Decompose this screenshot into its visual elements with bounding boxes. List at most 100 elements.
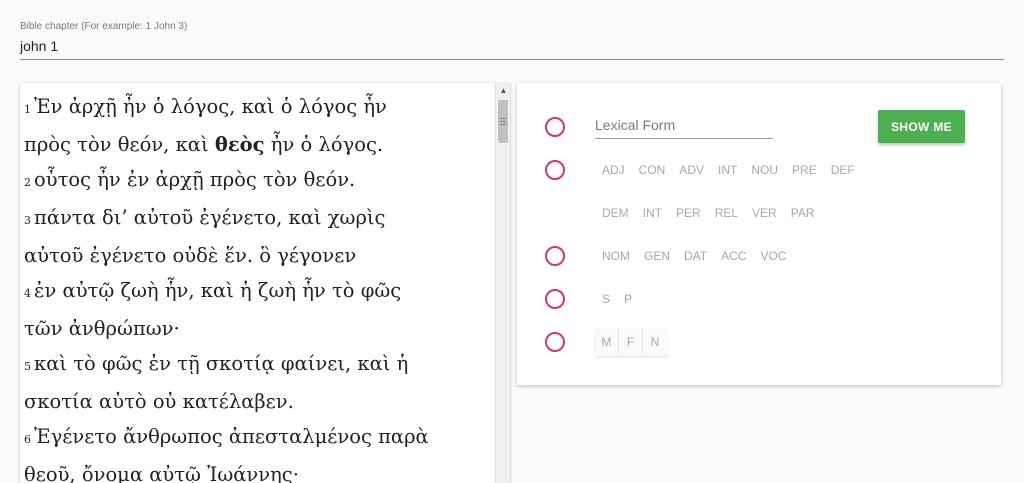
greek-word[interactable]: τῶν	[24, 317, 63, 340]
radio-lexical[interactable]	[545, 117, 565, 137]
greek-word[interactable]: αὐτῷ	[63, 279, 115, 302]
greek-word[interactable]: τῇ	[177, 352, 199, 375]
radio-case[interactable]	[545, 246, 565, 266]
greek-word[interactable]: ἐν	[34, 279, 56, 302]
greek-word[interactable]: θεοῦ,	[24, 463, 76, 483]
greek-word[interactable]: σκοτίᾳ	[206, 352, 275, 375]
greek-word[interactable]: ὁ	[281, 95, 293, 118]
greek-word[interactable]: αὐτοῦ	[134, 206, 193, 229]
pos-per-tag[interactable]: PER	[669, 203, 708, 223]
greek-word[interactable]: αὐτὸ	[99, 390, 147, 413]
radio-number[interactable]	[545, 289, 565, 309]
pos-ver-tag[interactable]: VER	[745, 203, 784, 223]
pos-adv-tag[interactable]: ADV	[672, 160, 711, 180]
greek-word[interactable]: καὶ	[357, 352, 390, 375]
greek-word[interactable]: ἦν	[363, 95, 387, 118]
pos-rel-tag[interactable]: REL	[708, 203, 745, 223]
pos-dem-tag[interactable]: DEM	[595, 203, 636, 223]
greek-word[interactable]: κατέλαβεν.	[183, 390, 294, 413]
greek-word[interactable]: ἀρχῇ	[156, 168, 204, 191]
greek-word[interactable]: λόγος.	[318, 133, 383, 156]
greek-word[interactable]: ἦν,	[165, 279, 195, 302]
greek-word[interactable]: ἡ	[397, 352, 409, 375]
greek-word[interactable]: Ἰωάννης·	[207, 463, 299, 483]
greek-word[interactable]: φῶς	[102, 352, 142, 375]
greek-word[interactable]: ἀνθρώπων·	[69, 317, 180, 340]
greek-word[interactable]: δι’	[102, 206, 128, 229]
greek-word[interactable]: καὶ	[242, 95, 275, 118]
number-p-tag[interactable]: P	[617, 289, 639, 309]
greek-word[interactable]: γέγονεν	[277, 244, 356, 267]
gender-f-button[interactable]: F	[619, 328, 643, 356]
greek-word[interactable]: τὸ	[332, 279, 355, 302]
greek-word[interactable]: ἄνθρωπος	[123, 425, 223, 448]
number-s-tag[interactable]: S	[595, 289, 617, 309]
greek-word[interactable]: ἡ	[240, 279, 252, 302]
gender-m-button[interactable]: M	[595, 328, 619, 356]
greek-word[interactable]: θεόν.	[304, 168, 356, 191]
gender-n-button[interactable]: N	[643, 328, 667, 356]
greek-word[interactable]: καὶ	[201, 279, 234, 302]
greek-word[interactable]: λόγος	[299, 95, 357, 118]
greek-word[interactable]: χωρὶς	[328, 206, 386, 229]
greek-word[interactable]: λόγος,	[171, 95, 236, 118]
greek-word[interactable]: θεόν,	[118, 133, 170, 156]
greek-word[interactable]: τὸν	[77, 133, 111, 156]
pos-par-tag[interactable]: PAR	[784, 203, 822, 223]
pos-con-tag[interactable]: CON	[632, 160, 673, 180]
greek-word[interactable]: τὸ	[73, 352, 96, 375]
greek-word[interactable]: ἐγένετο,	[199, 206, 282, 229]
greek-word[interactable]: Ἐγένετο	[34, 425, 117, 448]
pos-pre-tag[interactable]: PRE	[785, 160, 824, 180]
greek-word[interactable]: ἐν	[149, 352, 171, 375]
greek-word[interactable]: ἕν.	[225, 244, 254, 267]
greek-word[interactable]: ἐν	[127, 168, 149, 191]
greek-word[interactable]: οὐδὲ	[173, 244, 219, 267]
greek-word[interactable]: ἦν	[123, 95, 147, 118]
case-gen-tag[interactable]: GEN	[637, 246, 677, 266]
greek-word[interactable]: πρὸς	[210, 168, 257, 191]
case-acc-tag[interactable]: ACC	[714, 246, 753, 266]
greek-word[interactable]: ἦν	[271, 133, 295, 156]
greek-word[interactable]: θεὸς	[215, 133, 265, 156]
case-nom-tag[interactable]: NOM	[595, 246, 637, 266]
greek-word[interactable]: ὁ	[301, 133, 313, 156]
greek-word[interactable]: σκοτία	[24, 390, 93, 413]
pos-int-tag[interactable]: INT	[711, 160, 744, 180]
greek-word[interactable]: ἦν	[302, 279, 326, 302]
chapter-input[interactable]	[20, 34, 1004, 60]
greek-word[interactable]: ἐγένετο	[90, 244, 167, 267]
scroll-thumb[interactable]	[498, 100, 508, 143]
greek-word[interactable]: ἀπεσταλμένος	[229, 425, 372, 448]
greek-word[interactable]: πρὸς	[24, 133, 71, 156]
scroll-up-icon[interactable]: ▲	[496, 83, 510, 98]
greek-word[interactable]: καὶ	[34, 352, 67, 375]
greek-word[interactable]: καὶ	[289, 206, 322, 229]
case-voc-tag[interactable]: VOC	[753, 246, 793, 266]
greek-word[interactable]: ζωὴ	[258, 279, 296, 302]
greek-word[interactable]: αὐτοῦ	[24, 244, 83, 267]
greek-word[interactable]: ὃ	[259, 244, 271, 267]
greek-word[interactable]: παρὰ	[378, 425, 429, 448]
greek-word[interactable]: ὁ	[153, 95, 165, 118]
pos-def-tag[interactable]: DEF	[824, 160, 862, 180]
greek-word[interactable]: καὶ	[176, 133, 209, 156]
greek-word[interactable]: πάντα	[34, 206, 96, 229]
greek-word[interactable]: οὐ	[153, 390, 177, 413]
lexical-form-input[interactable]	[595, 111, 773, 139]
text-scrollbar[interactable]: ▲	[495, 83, 510, 483]
greek-word[interactable]: φαίνει,	[281, 352, 351, 375]
radio-part-of-speech[interactable]	[545, 160, 565, 180]
greek-word[interactable]: οὗτος	[34, 168, 91, 191]
pos-adj-tag[interactable]: ADJ	[595, 160, 632, 180]
greek-word[interactable]: ὄνομα	[82, 463, 143, 483]
greek-word[interactable]: ζωὴ	[120, 279, 158, 302]
greek-word[interactable]: ἀρχῇ	[69, 95, 117, 118]
greek-word[interactable]: Ἐν	[34, 95, 63, 118]
case-dat-tag[interactable]: DAT	[677, 246, 714, 266]
greek-word[interactable]: ἦν	[97, 168, 121, 191]
greek-word[interactable]: αὐτῷ	[149, 463, 201, 483]
greek-word[interactable]: τὸν	[263, 168, 297, 191]
radio-gender[interactable]	[545, 332, 565, 352]
pos-int-tag[interactable]: INT	[636, 203, 669, 223]
